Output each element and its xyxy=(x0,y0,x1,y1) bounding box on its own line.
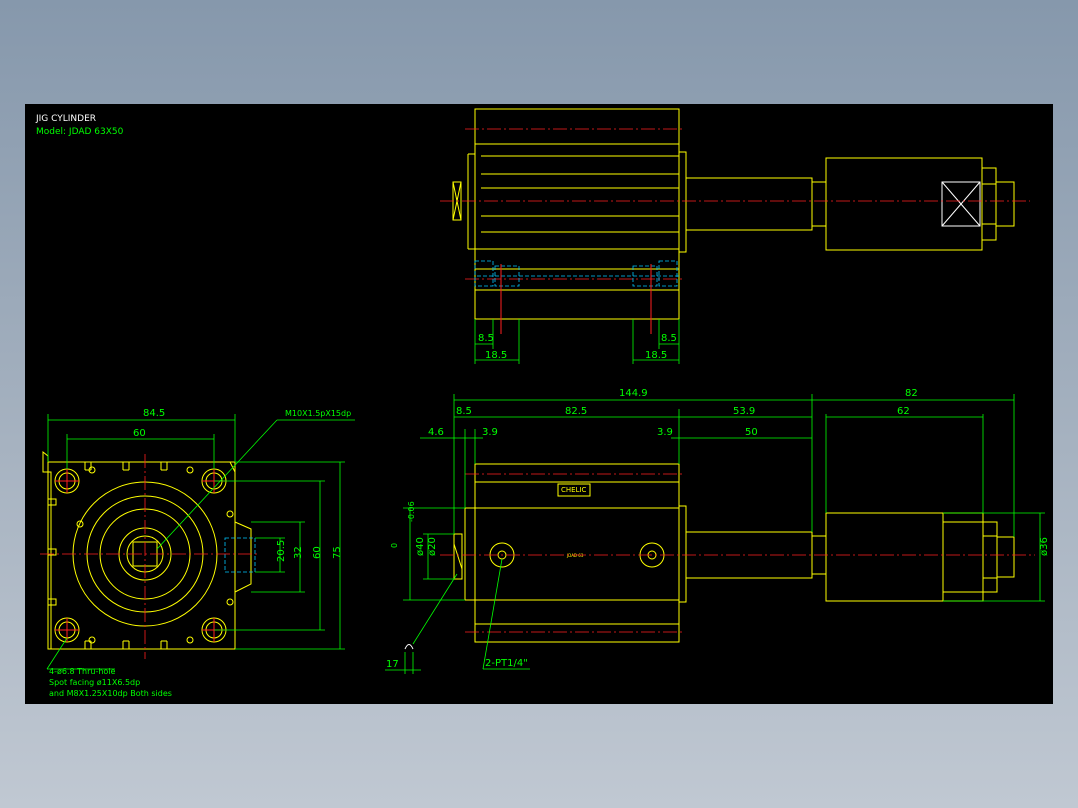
side-dim-62: 62 xyxy=(897,406,910,417)
side-label-text: CHELIC xyxy=(561,486,587,494)
side-body-mark: JDAD 63 xyxy=(566,553,584,558)
cad-drawing: JIG CYLINDER Model: JDAD 63X50 8.5 18.5 … xyxy=(35,108,1050,698)
side-dim-8-5: 8.5 xyxy=(456,406,472,417)
side-dim-82-5: 82.5 xyxy=(565,406,587,417)
top-dim-18-5-right: 18.5 xyxy=(645,350,667,361)
side-dim-17: 17 xyxy=(386,659,399,670)
top-dim-8-5-right: 8.5 xyxy=(661,333,677,344)
side-dia-20: ø20 xyxy=(427,537,438,556)
side-dim-4-6: 4.6 xyxy=(428,427,444,438)
end-dim-84-5: 84.5 xyxy=(143,408,165,419)
side-dim-3-9-left: 3.9 xyxy=(482,427,498,438)
end-note-thru-hole: 4-ø6.8 Thru-hole xyxy=(49,667,116,676)
end-note-tapped: and M8X1.25X10dp Both sides xyxy=(49,689,172,698)
end-thread-callout: M10X1.5pX15dp xyxy=(285,409,351,418)
end-dim-60-top: 60 xyxy=(133,428,146,439)
side-dia-40: ø40 xyxy=(415,537,426,556)
top-view: 8.5 18.5 8.5 18.5 xyxy=(440,108,1030,364)
end-dim-60-side: 60 xyxy=(312,546,323,559)
top-rod-end xyxy=(825,157,983,251)
top-dim-8-5-left: 8.5 xyxy=(478,333,494,344)
drawing-title: JIG CYLINDER xyxy=(35,114,96,124)
drawing-canvas: JIG CYLINDER Model: JDAD 63X50 8.5 18.5 … xyxy=(25,104,1053,704)
side-view: CHELIC JDAD 63 144.9 82 8.5 82.5 53.9 62… xyxy=(385,388,1050,674)
top-dim-18-5-left: 18.5 xyxy=(485,350,507,361)
end-dim-75: 75 xyxy=(332,546,343,559)
drawing-model: Model: JDAD 63X50 xyxy=(36,127,124,137)
side-dia-40-tol: -0.06 xyxy=(407,501,416,522)
end-dim-32: 32 xyxy=(293,546,304,559)
side-dim-3-9-right: 3.9 xyxy=(657,427,673,438)
side-dim-50: 50 xyxy=(745,427,758,438)
side-dim-rod-ext: 82 xyxy=(905,388,918,399)
end-view: 84.5 60 20.5 32 60 75 M10X1.5pX15dp 4-ø6… xyxy=(40,408,355,698)
side-port-callout: 2-PT1/4" xyxy=(485,658,528,669)
end-note-spot-facing: Spot facing ø11X6.5dp xyxy=(49,678,140,687)
side-dim-overall: 144.9 xyxy=(619,388,648,399)
top-body-outline xyxy=(474,108,680,320)
end-dim-20-5: 20.5 xyxy=(276,540,287,562)
side-dia-40-tol-zero: 0 xyxy=(390,543,399,548)
side-dim-53-9: 53.9 xyxy=(733,406,755,417)
side-dia-36: ø36 xyxy=(1039,537,1050,556)
side-rod-end xyxy=(825,512,944,602)
side-hook-icon xyxy=(404,644,414,650)
